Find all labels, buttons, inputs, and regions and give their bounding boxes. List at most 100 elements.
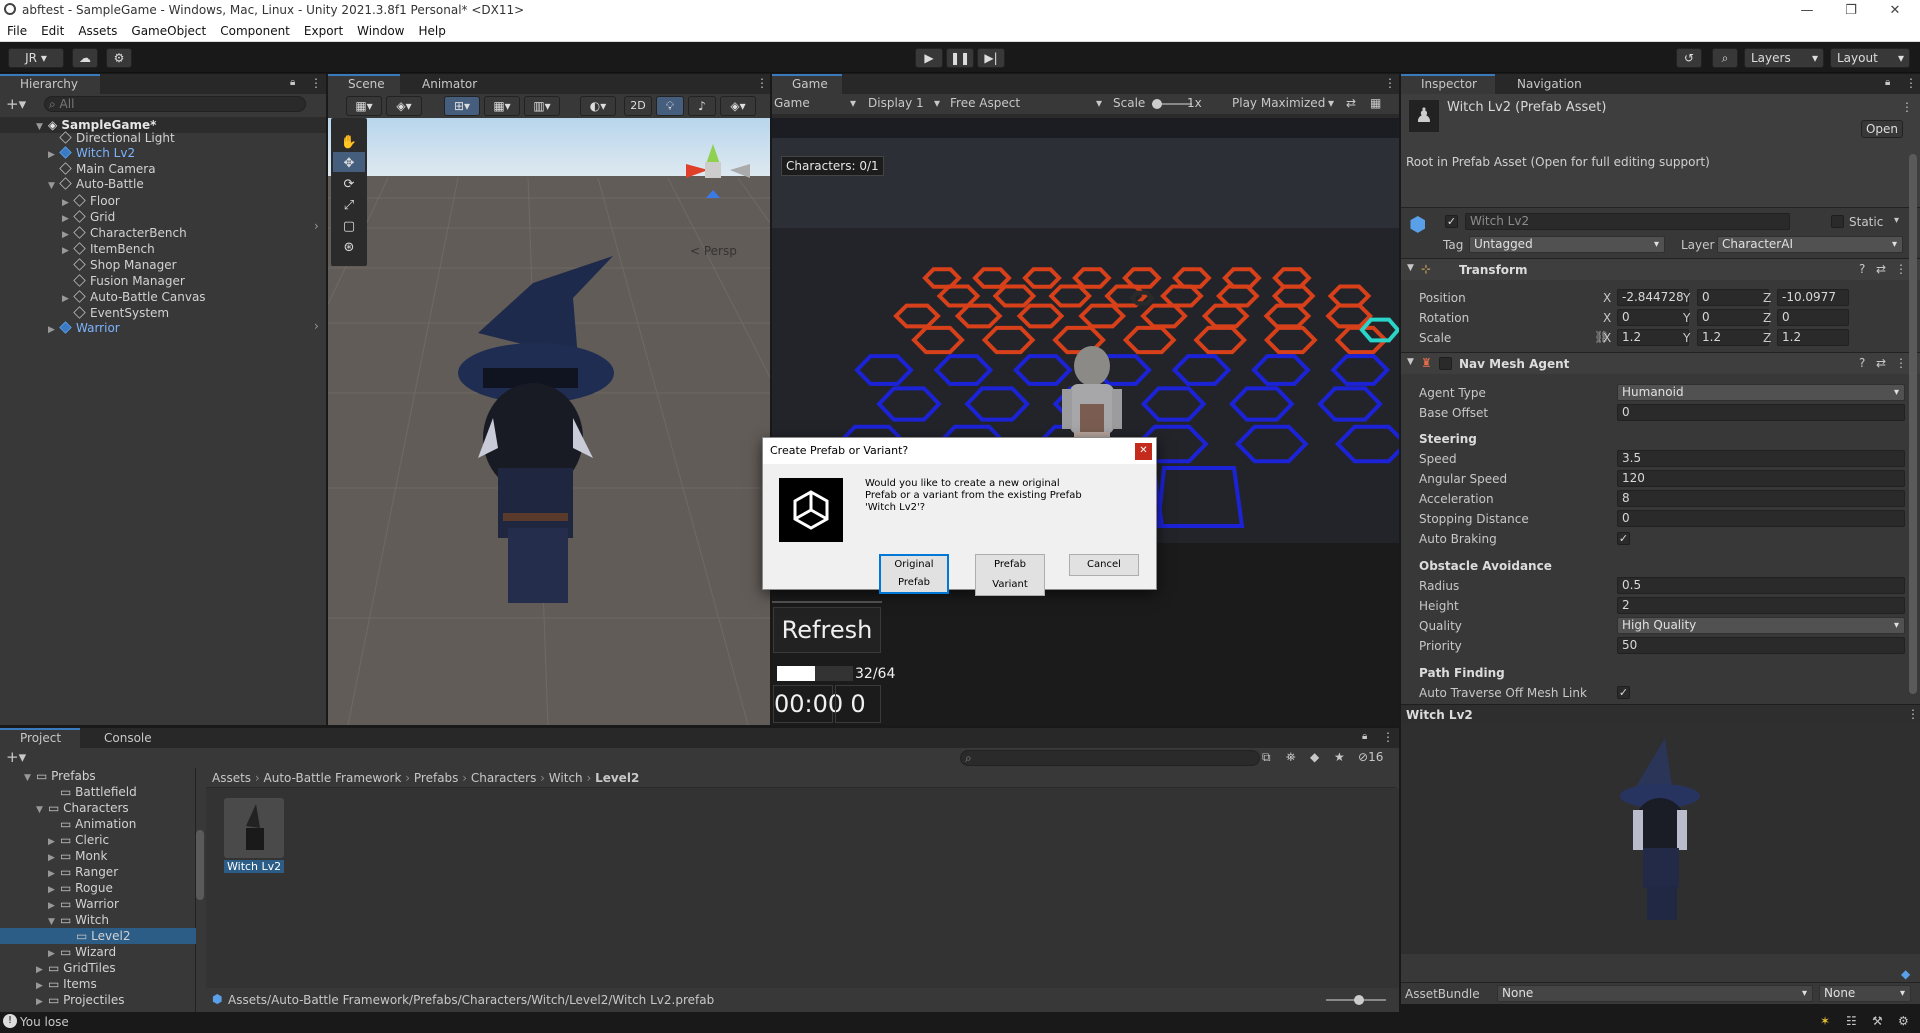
project-search-input[interactable]: ⌕ [960,750,1260,766]
breadcrumb-item[interactable]: Characters [471,771,537,785]
cloud-button[interactable]: ☁ [72,48,98,68]
name-field[interactable]: Witch Lv2 [1465,213,1790,230]
pause-button[interactable]: ❚❚ [946,48,974,68]
tab-game[interactable]: Game [772,74,842,94]
axis-label[interactable]: Z [1763,311,1771,325]
maximize-button[interactable]: ❐ [1829,0,1873,22]
preview-area[interactable] [1401,724,1920,954]
lock-icon[interactable]: 🔒︎ [1362,731,1367,742]
axis-label[interactable]: Z [1763,331,1771,345]
menu-help[interactable]: Help [412,22,453,40]
hierarchy-item-prefab[interactable]: ▶ Warrior [48,320,120,336]
help-icon[interactable]: ? [1859,356,1865,370]
base-offset-field[interactable]: 0 [1617,404,1905,421]
project-folder[interactable]: ▼ ▭ Prefabs [24,768,96,784]
position-field[interactable]: -2.844728 [1617,289,1689,306]
auto-braking-checkbox[interactable]: ✓ [1617,532,1630,545]
priority-field[interactable]: 50 [1617,637,1905,654]
layer-dropdown[interactable]: CharacterAI [1717,236,1903,253]
project-folder[interactable]: ▭ Battlefield [48,784,137,800]
preset-icon[interactable]: ⇄ [1876,262,1886,276]
stats-icon[interactable]: ⇄ [1346,96,1356,110]
grid-snap-toggle[interactable]: ⊞▾ [444,96,480,116]
project-folder[interactable]: ▶ ▭ Warrior [48,896,119,912]
more-icon[interactable]: ⋮ [1895,262,1907,276]
settings-icon[interactable]: ⚙ [1898,1014,1909,1028]
more-icon[interactable]: ⋮ [1905,76,1917,90]
chevron-right-icon[interactable]: › [314,318,319,334]
axis-label[interactable]: X [1603,291,1611,305]
hidden-count[interactable]: ⊘16 [1358,750,1383,764]
project-folder[interactable]: ▶ ▭ Items [36,976,97,992]
cancel-button[interactable]: Cancel [1069,554,1139,576]
label-icon[interactable]: ◆ [1310,750,1319,764]
menu-component[interactable]: Component [213,22,297,40]
hierarchy-item[interactable]: ▶ ItemBench [62,241,155,257]
tab-animator[interactable]: Animator [402,74,492,94]
scale-field[interactable]: 1.2 [1777,329,1849,346]
axis-label[interactable]: Z [1763,291,1771,305]
lock-icon[interactable]: 🔒︎ [290,77,295,88]
more-icon[interactable]: ⋮ [1895,356,1907,370]
account-dropdown[interactable]: JR ▾ [8,48,64,68]
more-icon[interactable]: ⋮ [1907,707,1919,721]
hierarchy-item[interactable]: EventSystem [73,305,169,321]
tab-project[interactable]: Project [0,728,80,748]
project-folder[interactable]: ▶ ▭ Wizard [48,944,116,960]
aspect-dropdown[interactable]: Free Aspect ▾ [950,96,1106,110]
scale-field[interactable]: 1.2 [1697,329,1769,346]
tree-scrollbar[interactable] [196,830,204,900]
effects-dropdown[interactable]: ◈▾ [720,96,756,116]
scale-slider-thumb[interactable] [1152,99,1162,109]
grid-dropdown[interactable]: ▦▾ [484,96,520,116]
render-mode-dropdown[interactable]: ◈▾ [386,96,422,116]
status-message[interactable]: You lose [20,1015,69,1029]
position-field[interactable]: -10.0977 [1777,289,1849,306]
axis-label[interactable]: X [1603,311,1611,325]
angular-speed-field[interactable]: 120 [1617,470,1905,487]
dialog-close-button[interactable]: ✕ [1135,443,1152,460]
layout-dropdown[interactable]: Layout ▾ [1830,48,1910,68]
menu-gameobject[interactable]: GameObject [124,22,213,40]
project-folder[interactable]: ▶ ▭ Rogue [48,880,113,896]
menu-export[interactable]: Export [297,22,350,40]
project-folder[interactable]: ▶ ▭ Monk [48,848,107,864]
radius-field[interactable]: 0.5 [1617,577,1905,594]
axis-label[interactable]: X [1603,331,1611,345]
project-folder[interactable]: ▶ ▭ GridTiles [36,960,116,976]
favorite-icon[interactable]: ★ [1334,750,1345,764]
stopping-distance-field[interactable]: 0 [1617,510,1905,527]
active-checkbox[interactable]: ✓ [1445,215,1458,228]
assetbundle-dropdown[interactable]: None [1497,985,1813,1002]
play-mode-dropdown[interactable]: Play Maximized ▾ [1232,96,1336,110]
acceleration-field[interactable]: 8 [1617,490,1905,507]
refresh-button[interactable]: Refresh [773,607,881,653]
menu-assets[interactable]: Assets [71,22,124,40]
axis-label[interactable]: Y [1683,311,1690,325]
menu-window[interactable]: Window [350,22,411,40]
hierarchy-search-input[interactable]: ⌕ All [44,96,306,112]
tab-inspector[interactable]: Inspector [1401,74,1495,94]
display-dropdown[interactable]: Display 1 ▾ [868,96,944,110]
hierarchy-item[interactable]: Directional Light [59,130,175,146]
breadcrumb-item[interactable]: Prefabs [414,771,459,785]
axis-label[interactable]: Y [1683,331,1690,345]
draw-mode-dropdown[interactable]: ▦▾ [346,96,382,116]
network-icon[interactable]: ☷ [1846,1014,1857,1028]
more-icon[interactable]: ⋮ [310,76,322,90]
audio-toggle[interactable]: ♪ [688,96,716,116]
lock-icon[interactable]: 🔒︎ [1885,77,1890,88]
rotation-field[interactable]: 0 [1697,309,1769,326]
rotation-field[interactable]: 0 [1617,309,1689,326]
project-folder[interactable]: ▶ ▭ Projectiles [36,992,125,1008]
navmesh-header[interactable]: ▼ ♜ Nav Mesh Agent ? ⇄ ⋮ [1401,352,1920,374]
rotation-field[interactable]: 0 [1777,309,1849,326]
mode-2d-toggle[interactable]: 2D [624,96,652,116]
static-checkbox[interactable] [1831,215,1844,228]
open-button[interactable]: Open [1861,120,1903,138]
hierarchy-item[interactable]: ▶ Auto-Battle Canvas [62,289,206,305]
gizmos-icon[interactable]: ▦ [1370,96,1381,110]
tab-hierarchy[interactable]: Hierarchy [0,74,100,94]
hierarchy-item[interactable]: ▶ Floor [62,193,120,209]
chevron-right-icon[interactable]: › [314,218,319,234]
